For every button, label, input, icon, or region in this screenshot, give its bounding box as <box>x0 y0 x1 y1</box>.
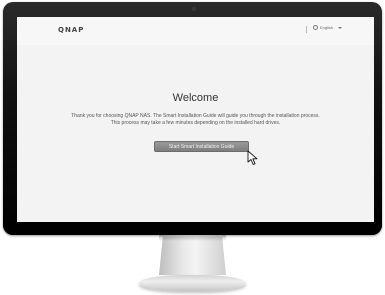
language-label: English <box>320 25 334 30</box>
description-line-2: This process may take a few minutes depe… <box>110 120 281 126</box>
cursor-icon <box>247 150 258 165</box>
qnap-logo: QNAP <box>58 26 85 34</box>
chevron-down-icon <box>338 26 343 29</box>
camera-dot <box>192 7 196 11</box>
monitor-screen: QNAP English Welcome Thank you for choos… <box>17 17 374 224</box>
monitor-bezel: QNAP English Welcome Thank you for choos… <box>3 2 382 235</box>
globe-icon <box>313 25 318 30</box>
description-line-1: Thank you for choosing QNAP NAS. The Sma… <box>71 113 320 119</box>
top-bar: QNAP English <box>17 17 374 45</box>
monitor-stand-neck <box>159 235 226 275</box>
page-title: Welcome <box>172 92 219 104</box>
language-selector[interactable]: English <box>313 25 343 30</box>
welcome-description: Thank you for choosing QNAP NAS. The Sma… <box>27 113 364 127</box>
monitor-stand-base <box>139 275 246 291</box>
start-smart-installation-guide-button[interactable]: Start Smart Installation Guide <box>154 141 249 152</box>
stand-shadow <box>159 235 226 241</box>
monitor-chin <box>3 222 382 235</box>
topbar-divider <box>306 26 307 33</box>
